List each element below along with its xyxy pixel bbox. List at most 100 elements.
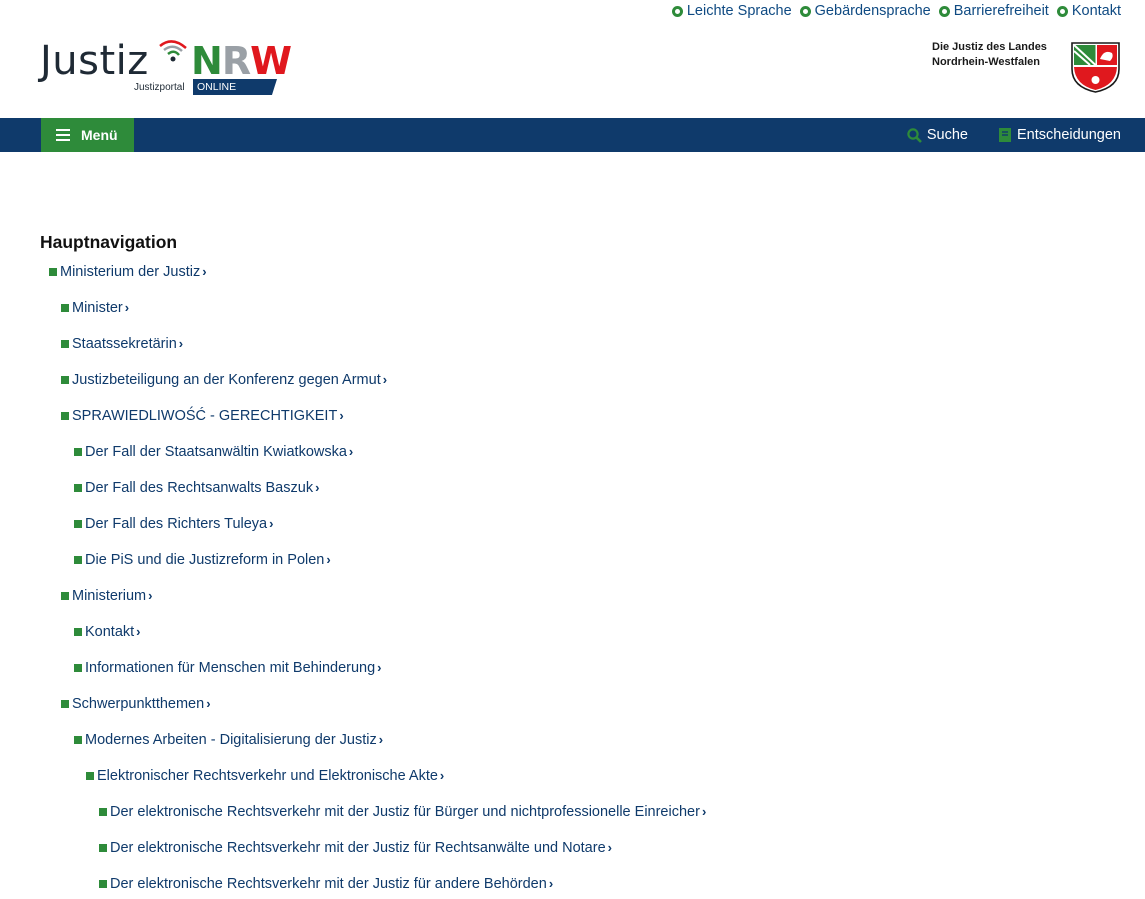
nav-item-label[interactable]: Der Fall des Rechtsanwalts Baszuk [85,478,313,498]
bullet-square-icon [74,520,82,528]
chevron-right-icon: › [439,768,445,783]
bullet-square-icon [74,628,82,636]
chevron-right-icon: › [339,408,344,423]
state-label-line2: Nordrhein-Westfalen [932,56,1040,68]
nav-item[interactable]: Schwerpunktthemen › [40,694,1100,730]
main-navigation-list: Ministerium der Justiz › Minister › Staatsse… [40,262,1100,899]
bullet-square-icon [74,448,82,456]
nav-item-label[interactable]: Der Fall des Richters Tuleya [85,514,267,534]
chevron-right-icon: › [348,444,354,459]
nav-item[interactable]: SPRAWIEDLIWOŚĆ - GERECHTIGKEIT › [40,406,1100,442]
book-icon [999,128,1011,142]
nav-item[interactable]: Der Fall des Rechtsanwalts Baszuk › [40,478,1100,514]
search-button[interactable]: Suche [907,127,968,143]
chevron-right-icon: › [206,696,211,711]
kontakt-label: Kontakt [1071,3,1121,19]
bullet-square-icon [74,664,82,672]
nav-item-label[interactable]: Minister [72,298,123,318]
chevron-right-icon: › [178,336,184,351]
nav-item-label[interactable]: Ministerium der Justiz [60,262,200,282]
chevron-right-icon: › [701,804,707,819]
nav-item[interactable]: Der elektronische Rechtsverkehr mit der … [40,874,1100,899]
state-label-line1: Die Justiz des Landes [932,41,1047,53]
nav-item-label[interactable]: Ministerium [72,586,146,606]
main-navbar: Menü Suche Entscheidungen [0,118,1145,152]
bullet-square-icon [74,736,82,744]
chevron-right-icon: › [548,876,554,891]
logo-justiz-text: Justiz [40,38,149,84]
nav-item[interactable]: Informationen für Menschen mit Behinderu… [40,658,1100,694]
nav-item[interactable]: Staatssekretärin › [40,334,1100,370]
nav-item[interactable]: Der elektronische Rechtsverkehr mit der … [40,802,1100,838]
search-icon [907,127,922,143]
bullet-square-icon [49,268,57,276]
nav-item[interactable]: Justizbeteiligung an der Konferenz gegen… [40,370,1100,406]
bullet-square-icon [74,484,82,492]
leichte-sprache-label: Leichte Sprache [686,3,792,19]
bullet-square-icon [61,304,69,312]
bullet-square-icon [61,376,69,384]
kontakt-link[interactable]: Kontakt [1056,3,1121,19]
nav-item[interactable]: Der Fall des Richters Tuleya › [40,514,1100,550]
decisions-button[interactable]: Entscheidungen [998,127,1121,143]
gebaerdensprache-label: Gebärdensprache [814,3,931,19]
nav-item-label[interactable]: Justizbeteiligung an der Konferenz gegen… [72,370,381,390]
nav-item-label[interactable]: Staatssekretärin [72,334,177,354]
nav-item[interactable]: Ministerium › [40,586,1100,622]
nav-item-label[interactable]: Modernes Arbeiten - Digitalisierung der … [85,730,377,750]
justiz-nrw-logo[interactable]: Justiz NRW Justizportal ONLINE [40,36,292,100]
chevron-right-icon: › [326,552,331,567]
bullet-square-icon [99,880,107,888]
bullet-square-icon [86,772,94,780]
hamburger-icon [56,129,70,141]
navbar-right: Suche Entscheidungen [907,118,1121,152]
nav-item[interactable]: Modernes Arbeiten - Digitalisierung der … [40,730,1100,766]
bullet-square-icon [99,844,107,852]
nrw-crest-icon [1071,42,1120,93]
bullet-square-icon [99,808,107,816]
page-title: Hauptnavigation [40,232,178,252]
chevron-right-icon: › [136,624,141,639]
chevron-right-icon: › [378,732,384,747]
utility-links: Leichte Sprache Gebärdensprache Barriere… [671,3,1121,19]
barrierefreiheit-icon [938,5,950,17]
state-label: Die Justiz des Landes Nordrhein-Westfale… [932,40,1047,70]
gebaerdensprache-link[interactable]: Gebärdensprache [799,3,931,19]
chevron-right-icon: › [148,588,153,603]
chevron-right-icon: › [124,300,130,315]
nav-item-label[interactable]: Informationen für Menschen mit Behinderu… [85,658,375,678]
barrierefreiheit-link[interactable]: Barrierefreiheit [938,3,1049,19]
decisions-label: Entscheidungen [1017,127,1121,143]
nav-item[interactable]: Kontakt › [40,622,1100,658]
chevron-right-icon: › [315,480,320,495]
bullet-square-icon [61,412,69,420]
signal-arcs-icon [159,40,187,62]
logo-portal-text: Justizportal [134,82,185,93]
kontakt-icon [1056,5,1068,17]
bullet-square-icon [61,700,69,708]
nav-item-label[interactable]: Der Fall der Staatsanwältin Kwiatkowska [85,442,347,462]
chevron-right-icon: › [607,840,612,855]
nav-item[interactable]: Der elektronische Rechtsverkehr mit der … [40,838,1100,874]
nav-item-label[interactable]: Der elektronische Rechtsverkehr mit der … [110,802,700,822]
chevron-right-icon: › [269,516,274,531]
nav-item-label[interactable]: Der elektronische Rechtsverkehr mit der … [110,838,606,858]
leichte-sprache-icon [671,5,683,17]
nav-item-label[interactable]: Kontakt [85,622,134,642]
nav-item-label[interactable]: Elektronischer Rechtsverkehr und Elektro… [97,766,438,786]
nav-item[interactable]: Minister › [40,298,1100,334]
nav-item-label[interactable]: Die PiS und die Justizreform in Polen [85,550,324,570]
chevron-right-icon: › [377,660,382,675]
menu-label: Menü [81,127,118,143]
menu-button[interactable]: Menü [41,118,134,152]
nav-item[interactable]: Elektronischer Rechtsverkehr und Elektro… [40,766,1100,802]
chevron-right-icon: › [382,372,388,387]
nav-item-label[interactable]: Der elektronische Rechtsverkehr mit der … [110,874,547,894]
nav-item-label[interactable]: SPRAWIEDLIWOŚĆ - GERECHTIGKEIT [72,406,337,426]
bullet-square-icon [61,592,69,600]
nav-item[interactable]: Ministerium der Justiz › [40,262,1100,298]
nav-item[interactable]: Die PiS und die Justizreform in Polen › [40,550,1100,586]
leichte-sprache-link[interactable]: Leichte Sprache [671,3,792,19]
nav-item-label[interactable]: Schwerpunktthemen [72,694,204,714]
nav-item[interactable]: Der Fall der Staatsanwältin Kwiatkowska › [40,442,1100,478]
